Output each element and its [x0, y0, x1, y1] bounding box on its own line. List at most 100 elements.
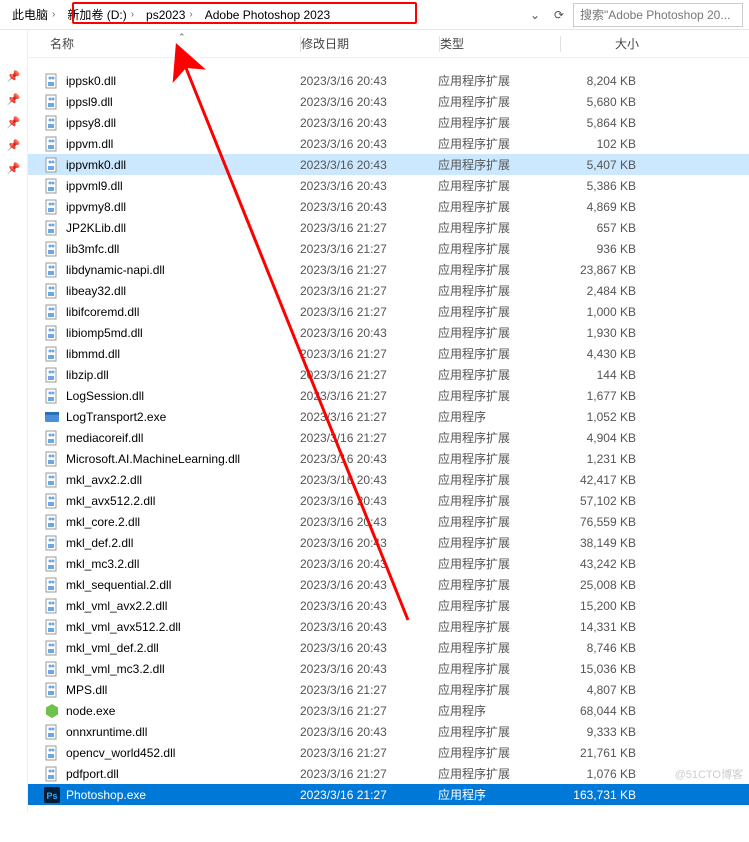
file-row[interactable]: ippsl9.dll2023/3/16 20:43应用程序扩展5,680 KB — [28, 91, 749, 112]
file-type: 应用程序扩展 — [438, 513, 558, 530]
crumb-drive[interactable]: 新加卷 (D:) › — [63, 4, 142, 25]
file-row[interactable]: mediacoreif.dll2023/3/16 21:27应用程序扩展4,90… — [28, 427, 749, 448]
file-date: 2023/3/16 20:43 — [300, 578, 438, 592]
header-date[interactable]: 修改日期 — [301, 35, 439, 52]
history-dropdown[interactable]: ⌄ — [523, 3, 547, 27]
file-row[interactable]: mkl_avx2.2.dll2023/3/16 20:43应用程序扩展42,41… — [28, 469, 749, 490]
file-row[interactable]: ippsk0.dll2023/3/16 20:43应用程序扩展8,204 KB — [28, 70, 749, 91]
refresh-button[interactable]: ⟳ — [547, 3, 571, 27]
file-size: 1,076 KB — [558, 767, 658, 781]
file-size: 25,008 KB — [558, 578, 658, 592]
pin-icon[interactable]: 📌 — [0, 93, 27, 106]
file-name: libmmd.dll — [66, 347, 300, 361]
file-row[interactable]: pdfport.dll2023/3/16 21:27应用程序扩展1,076 KB — [28, 763, 749, 784]
file-size: 5,680 KB — [558, 95, 658, 109]
file-row[interactable]: onnxruntime.dll2023/3/16 20:43应用程序扩展9,33… — [28, 721, 749, 742]
file-panel: ⌃ 名称 修改日期 类型 大小 ippsk0.dll2023/3/16 20:4… — [28, 30, 749, 812]
file-size: 76,559 KB — [558, 515, 658, 529]
file-size: 163,731 KB — [558, 788, 658, 802]
file-name: mkl_vml_def.2.dll — [66, 641, 300, 655]
file-row[interactable]: mkl_vml_avx2.2.dll2023/3/16 20:43应用程序扩展1… — [28, 595, 749, 616]
file-row[interactable]: ippvmy8.dll2023/3/16 20:43应用程序扩展4,869 KB — [28, 196, 749, 217]
file-name: Photoshop.exe — [66, 788, 300, 802]
file-name: ippsy8.dll — [66, 116, 300, 130]
file-name: node.exe — [66, 704, 300, 718]
pin-icon[interactable]: 📌 — [0, 70, 27, 83]
file-row[interactable]: libiomp5md.dll2023/3/16 20:43应用程序扩展1,930… — [28, 322, 749, 343]
file-row[interactable]: lib3mfc.dll2023/3/16 21:27应用程序扩展936 KB — [28, 238, 749, 259]
file-row[interactable]: mkl_def.2.dll2023/3/16 20:43应用程序扩展38,149… — [28, 532, 749, 553]
file-name: ippvmy8.dll — [66, 200, 300, 214]
file-row[interactable]: mkl_avx512.2.dll2023/3/16 20:43应用程序扩展57,… — [28, 490, 749, 511]
file-row[interactable]: libifcoremd.dll2023/3/16 21:27应用程序扩展1,00… — [28, 301, 749, 322]
file-row[interactable]: ippvmk0.dll2023/3/16 20:43应用程序扩展5,407 KB — [28, 154, 749, 175]
dll-icon — [44, 220, 60, 236]
file-name: mkl_mc3.2.dll — [66, 557, 300, 571]
file-size: 4,430 KB — [558, 347, 658, 361]
file-type: 应用程序扩展 — [438, 93, 558, 110]
file-size: 1,052 KB — [558, 410, 658, 424]
quick-access-rail: 📌 📌 📌 📌 📌 — [0, 30, 28, 812]
file-list[interactable]: ippsk0.dll2023/3/16 20:43应用程序扩展8,204 KBi… — [28, 58, 749, 805]
header-type[interactable]: 类型 — [440, 35, 560, 52]
file-row[interactable]: opencv_world452.dll2023/3/16 21:27应用程序扩展… — [28, 742, 749, 763]
file-row[interactable]: ippvml9.dll2023/3/16 20:43应用程序扩展5,386 KB — [28, 175, 749, 196]
file-type: 应用程序扩展 — [438, 723, 558, 740]
file-date: 2023/3/16 21:27 — [300, 746, 438, 760]
dll-icon — [44, 241, 60, 257]
crumb-folder-2[interactable]: Adobe Photoshop 2023 — [201, 6, 334, 24]
file-row[interactable]: JP2KLib.dll2023/3/16 21:27应用程序扩展657 KB — [28, 217, 749, 238]
file-name: libdynamic-napi.dll — [66, 263, 300, 277]
file-row[interactable]: ippvm.dll2023/3/16 20:43应用程序扩展102 KB — [28, 133, 749, 154]
file-row[interactable]: mkl_vml_mc3.2.dll2023/3/16 20:43应用程序扩展15… — [28, 658, 749, 679]
file-name: mkl_vml_avx512.2.dll — [66, 620, 300, 634]
file-size: 8,746 KB — [558, 641, 658, 655]
file-row[interactable]: libeay32.dll2023/3/16 21:27应用程序扩展2,484 K… — [28, 280, 749, 301]
pin-icon[interactable]: 📌 — [0, 139, 27, 152]
file-size: 21,761 KB — [558, 746, 658, 760]
header-name[interactable]: 名称 — [44, 35, 300, 52]
chevron-down-icon: ⌄ — [530, 8, 540, 22]
file-row[interactable]: LogTransport2.exe2023/3/16 21:27应用程序1,05… — [28, 406, 749, 427]
file-row[interactable]: node.exe2023/3/16 21:27应用程序68,044 KB — [28, 700, 749, 721]
crumb-folder-1[interactable]: ps2023 › — [142, 6, 201, 24]
file-row[interactable]: PsPhotoshop.exe2023/3/16 21:27应用程序163,73… — [28, 784, 749, 805]
file-date: 2023/3/16 20:43 — [300, 326, 438, 340]
pin-icon[interactable]: 📌 — [0, 162, 27, 175]
pin-icon[interactable]: 📌 — [0, 116, 27, 129]
file-row[interactable]: mkl_mc3.2.dll2023/3/16 20:43应用程序扩展43,242… — [28, 553, 749, 574]
file-size: 15,036 KB — [558, 662, 658, 676]
file-row[interactable]: libdynamic-napi.dll2023/3/16 21:27应用程序扩展… — [28, 259, 749, 280]
header-size[interactable]: 大小 — [561, 35, 661, 52]
file-name: JP2KLib.dll — [66, 221, 300, 235]
crumb-label: ps2023 — [146, 8, 185, 22]
file-row[interactable] — [28, 58, 749, 70]
file-row[interactable]: mkl_vml_def.2.dll2023/3/16 20:43应用程序扩展8,… — [28, 637, 749, 658]
file-date: 2023/3/16 21:27 — [300, 389, 438, 403]
file-row[interactable]: mkl_vml_avx512.2.dll2023/3/16 20:43应用程序扩… — [28, 616, 749, 637]
breadcrumb[interactable]: 此电脑 › 新加卷 (D:) › ps2023 › Adobe Photosho… — [4, 3, 519, 27]
file-date: 2023/3/16 20:43 — [300, 725, 438, 739]
file-type: 应用程序扩展 — [438, 765, 558, 782]
file-row[interactable]: libzip.dll2023/3/16 21:27应用程序扩展144 KB — [28, 364, 749, 385]
dll-icon — [44, 514, 60, 530]
file-type: 应用程序扩展 — [438, 240, 558, 257]
file-row[interactable]: MPS.dll2023/3/16 21:27应用程序扩展4,807 KB — [28, 679, 749, 700]
file-row[interactable]: libmmd.dll2023/3/16 21:27应用程序扩展4,430 KB — [28, 343, 749, 364]
file-date: 2023/3/16 20:43 — [300, 515, 438, 529]
file-row[interactable]: ippsy8.dll2023/3/16 20:43应用程序扩展5,864 KB — [28, 112, 749, 133]
file-date: 2023/3/16 21:27 — [300, 410, 438, 424]
dll-icon — [44, 388, 60, 404]
file-row[interactable]: mkl_sequential.2.dll2023/3/16 20:43应用程序扩… — [28, 574, 749, 595]
file-row[interactable]: mkl_core.2.dll2023/3/16 20:43应用程序扩展76,55… — [28, 511, 749, 532]
file-date: 2023/3/16 20:43 — [300, 620, 438, 634]
crumb-root[interactable]: 此电脑 › — [8, 4, 63, 25]
file-row[interactable]: Microsoft.AI.MachineLearning.dll2023/3/1… — [28, 448, 749, 469]
file-name: ippvmk0.dll — [66, 158, 300, 172]
file-type: 应用程序扩展 — [438, 618, 558, 635]
file-name: LogSession.dll — [66, 389, 300, 403]
file-date: 2023/3/16 21:27 — [300, 368, 438, 382]
file-name: ippvm.dll — [66, 137, 300, 151]
search-input[interactable]: 搜索"Adobe Photoshop 20... — [573, 3, 743, 27]
file-row[interactable]: LogSession.dll2023/3/16 21:27应用程序扩展1,677… — [28, 385, 749, 406]
